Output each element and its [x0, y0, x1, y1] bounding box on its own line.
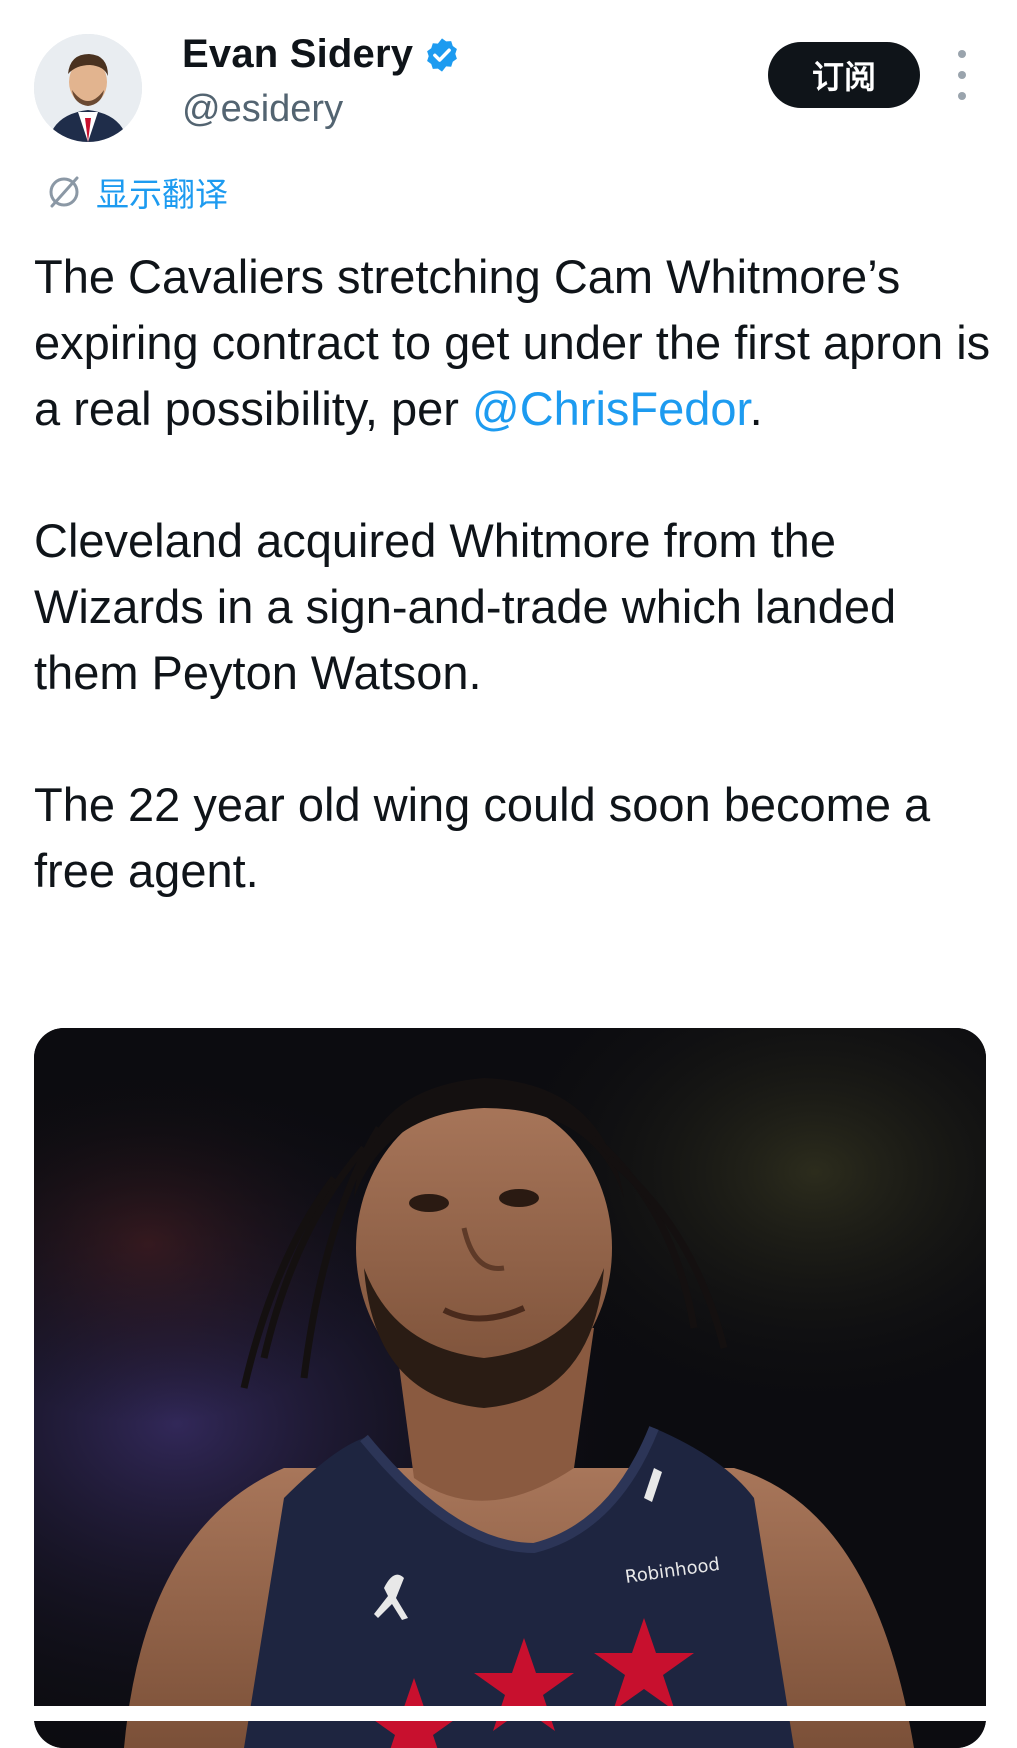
translate-label: 显示翻译 — [96, 175, 228, 214]
tweet-paragraph-3: The 22 year old wing could soon become a… — [34, 778, 931, 897]
more-vertical-icon — [958, 50, 966, 58]
tweet-media-image[interactable]: Robinhood — [34, 1028, 986, 1748]
tweet-paragraph-2: Cleveland acquired Whitmore from the Wiz… — [34, 514, 897, 699]
author-avatar[interactable] — [34, 34, 142, 142]
more-options-button[interactable] — [948, 50, 976, 100]
tweet-paragraph-1: The Cavaliers stretching Cam Whitmore’s … — [34, 250, 991, 435]
verified-badge-icon — [427, 37, 458, 72]
author-name-row[interactable]: Evan Sidery — [182, 32, 461, 77]
subscribe-button[interactable]: 订阅 — [768, 42, 920, 108]
author-display-name[interactable]: Evan Sidery — [182, 32, 413, 77]
show-translation-link[interactable]: 显示翻译 — [44, 168, 228, 216]
avatar-photo — [34, 34, 142, 142]
mention-link[interactable]: @ChrisFedor — [472, 382, 750, 435]
translate-icon — [49, 176, 79, 208]
tweet-body: The Cavaliers stretching Cam Whitmore’s … — [34, 244, 994, 970]
bottom-edge — [0, 1706, 1017, 1721]
player-photo: Robinhood — [34, 1028, 986, 1748]
author-handle[interactable]: @esidery — [182, 88, 343, 131]
